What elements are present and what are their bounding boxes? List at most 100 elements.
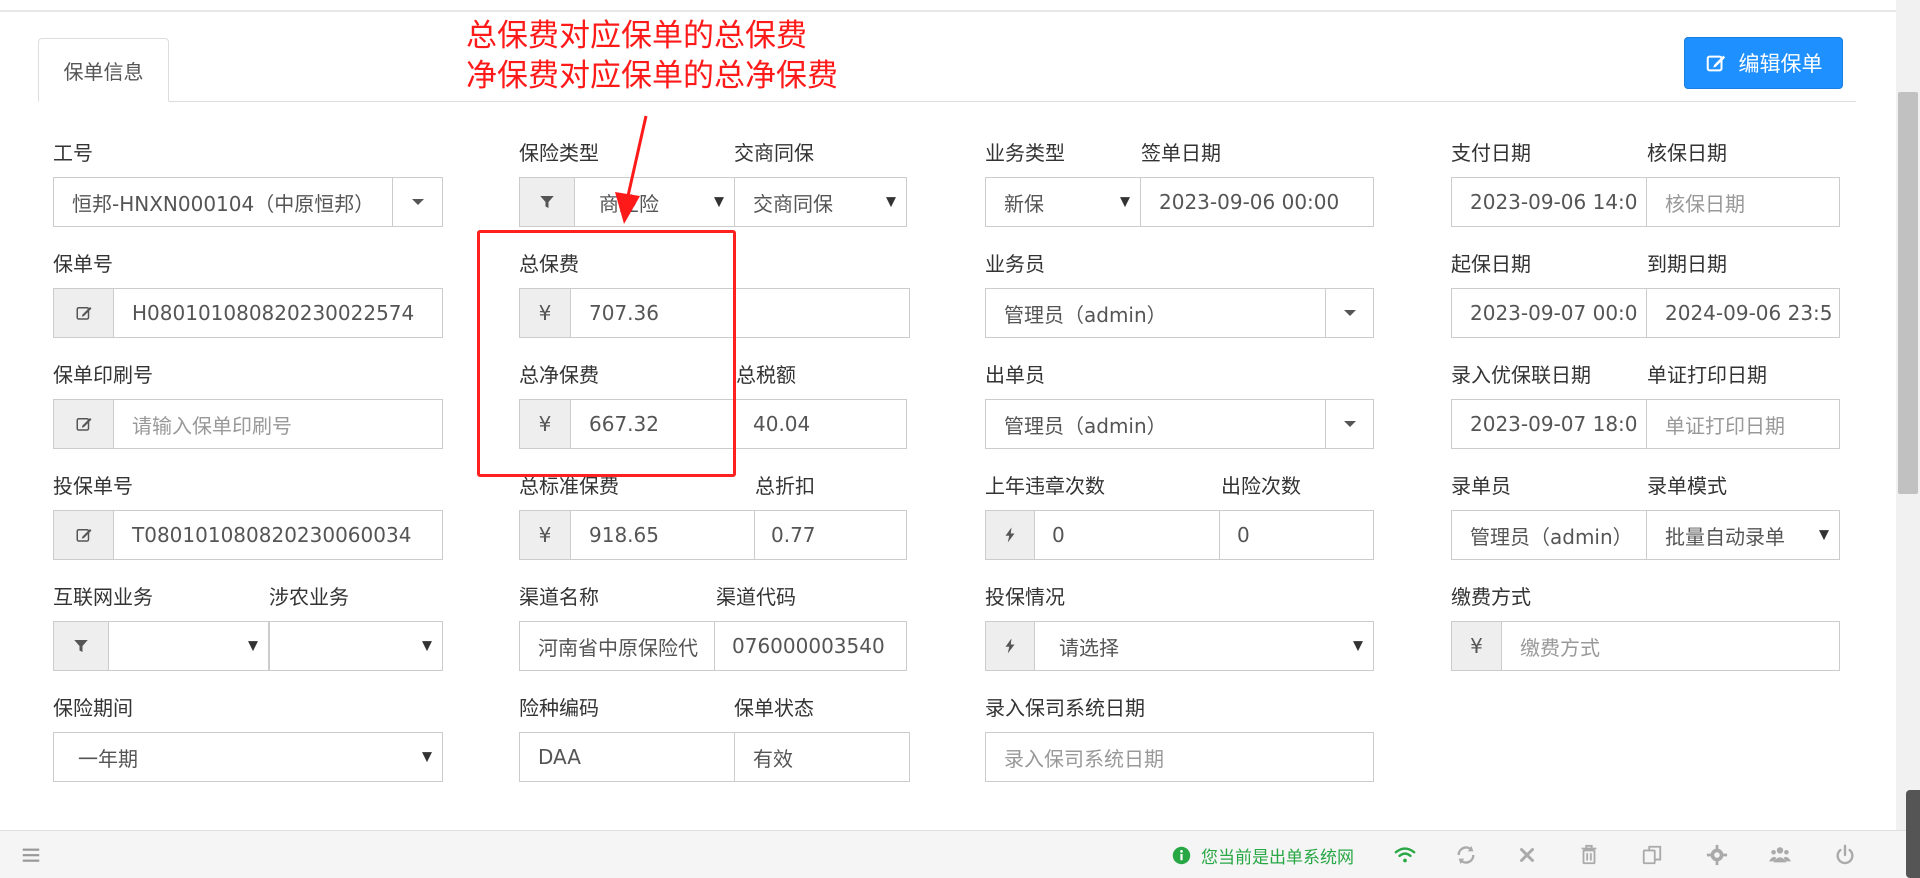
product-code-label: 险种编码 bbox=[519, 696, 599, 720]
enter-insurer-date-input[interactable]: 录入保司系统日期 bbox=[985, 732, 1374, 782]
channel-code-label: 渠道代码 bbox=[716, 585, 796, 609]
bolt-icon bbox=[1005, 638, 1015, 654]
standard-premium-currency: ¥ bbox=[519, 510, 571, 560]
edit-icon bbox=[76, 529, 91, 542]
annotation-line-1: 总保费对应保单的总保费 bbox=[466, 18, 807, 54]
status-indicator: 您当前是出单系统网 bbox=[1172, 831, 1354, 878]
channel-code-input[interactable]: 076000003540 bbox=[714, 621, 907, 671]
annotation-note: 总保费对应保单的总保费 净保费对应保单的总净保费 bbox=[466, 16, 838, 96]
start-date-input[interactable]: 2023-09-07 00:0 bbox=[1451, 288, 1647, 338]
proposal-no-label: 投保单号 bbox=[53, 474, 133, 498]
ubl-date-input[interactable]: 2023-09-07 18:0 bbox=[1451, 399, 1647, 449]
internet-business-select[interactable] bbox=[108, 621, 269, 671]
menu-icon[interactable] bbox=[20, 831, 42, 878]
policy-no-edit-addon bbox=[53, 288, 114, 338]
close-icon[interactable] bbox=[1516, 831, 1538, 878]
edit-icon bbox=[1706, 55, 1725, 72]
discount-input[interactable]: 0.77 bbox=[754, 510, 907, 560]
insurance-type-filter-addon bbox=[519, 177, 575, 227]
agri-business-select[interactable] bbox=[269, 621, 443, 671]
top-divider bbox=[0, 10, 1898, 12]
pay-date-label: 支付日期 bbox=[1451, 141, 1531, 165]
policy-status-input[interactable]: 有效 bbox=[734, 732, 910, 782]
agri-business-label: 涉农业务 bbox=[269, 585, 349, 609]
pay-method-input[interactable]: 缴费方式 bbox=[1501, 621, 1840, 671]
end-date-input[interactable]: 2024-09-06 23:5 bbox=[1646, 288, 1840, 338]
policy-status-label: 保单状态 bbox=[734, 696, 814, 720]
net-premium-label: 总净保费 bbox=[519, 363, 599, 387]
net-premium-currency: ¥ bbox=[519, 399, 571, 449]
trash-icon[interactable] bbox=[1578, 831, 1600, 878]
salesman-label: 业务员 bbox=[985, 252, 1045, 276]
employee-id-dropdown-toggle[interactable] bbox=[392, 177, 443, 227]
policy-no-input[interactable]: H080101080820230022574 bbox=[113, 288, 443, 338]
employee-id-select[interactable]: 恒邦-HNXN000104（中原恒邦） bbox=[53, 177, 393, 227]
entry-mode-label: 录单模式 bbox=[1647, 474, 1727, 498]
insurance-type-select[interactable]: 商业险 bbox=[574, 177, 735, 227]
issuer-select[interactable]: 管理员（admin） bbox=[985, 399, 1326, 449]
salesman-dropdown-toggle[interactable] bbox=[1325, 288, 1374, 338]
status-text: 您当前是出单系统网 bbox=[1201, 847, 1354, 868]
sign-date-input[interactable]: 2023-09-06 00:00 bbox=[1140, 177, 1374, 227]
channel-name-label: 渠道名称 bbox=[519, 585, 599, 609]
edit-icon bbox=[76, 418, 91, 431]
proposal-no-input[interactable]: T080101080820230060034 bbox=[113, 510, 443, 560]
violations-input[interactable]: 0 bbox=[1034, 510, 1220, 560]
employee-id-label: 工号 bbox=[53, 141, 93, 165]
policy-no-label: 保单号 bbox=[53, 252, 113, 276]
proposal-no-edit-addon bbox=[53, 510, 114, 560]
internet-business-label: 互联网业务 bbox=[53, 585, 153, 609]
total-premium-currency: ¥ bbox=[519, 288, 571, 338]
insure-status-bolt-addon bbox=[985, 621, 1035, 671]
total-tax-input[interactable]: 40.04 bbox=[735, 399, 907, 449]
pay-method-label: 缴费方式 bbox=[1451, 585, 1531, 609]
tab-policy-info[interactable]: 保单信息 bbox=[38, 38, 169, 102]
pay-method-currency: ¥ bbox=[1451, 621, 1502, 671]
total-premium-input[interactable]: 707.36 bbox=[570, 288, 910, 338]
insurance-period-select[interactable]: 一年期 bbox=[53, 732, 443, 782]
entry-clerk-input[interactable]: 管理员（admin） bbox=[1451, 510, 1647, 560]
print-no-input[interactable]: 请输入保单印刷号 bbox=[113, 399, 443, 449]
entry-mode-select[interactable]: 批量自动录单 bbox=[1646, 510, 1840, 560]
joint-insure-select[interactable]: 交商同保 bbox=[734, 177, 907, 227]
gear-icon[interactable] bbox=[1706, 831, 1728, 878]
policy-detail-page: 保单信息 编辑保单 总保费对应保单的总保费 净保费对应保单的总净保费 工号 恒邦… bbox=[0, 0, 1920, 878]
annotation-line-2: 净保费对应保单的总净保费 bbox=[466, 58, 838, 94]
scrollbar-thumb[interactable] bbox=[1898, 92, 1918, 494]
insure-status-label: 投保情况 bbox=[985, 585, 1065, 609]
wifi-icon[interactable] bbox=[1394, 831, 1416, 878]
side-widget-handle[interactable] bbox=[1906, 790, 1920, 878]
claims-input[interactable]: 0 bbox=[1219, 510, 1374, 560]
violations-bolt-addon bbox=[985, 510, 1035, 560]
print-date-label: 单证打印日期 bbox=[1647, 363, 1767, 387]
users-icon[interactable] bbox=[1769, 831, 1791, 878]
joint-insure-label: 交商同保 bbox=[734, 141, 814, 165]
issuer-dropdown-toggle[interactable] bbox=[1325, 399, 1374, 449]
power-icon[interactable] bbox=[1834, 831, 1856, 878]
print-no-edit-addon bbox=[53, 399, 114, 449]
business-type-select[interactable]: 新保 bbox=[985, 177, 1141, 227]
salesman-select[interactable]: 管理员（admin） bbox=[985, 288, 1326, 338]
claims-label: 出险次数 bbox=[1221, 474, 1301, 498]
standard-premium-label: 总标准保费 bbox=[519, 474, 619, 498]
insurance-type-label: 保险类型 bbox=[519, 141, 599, 165]
net-premium-input[interactable]: 667.32 bbox=[570, 399, 736, 449]
pay-date-input[interactable]: 2023-09-06 14:0 bbox=[1451, 177, 1647, 227]
violations-label: 上年违章次数 bbox=[985, 474, 1105, 498]
channel-name-input[interactable]: 河南省中原保险代 bbox=[519, 621, 715, 671]
total-tax-label: 总税额 bbox=[736, 363, 796, 387]
copy-icon[interactable] bbox=[1641, 831, 1663, 878]
refresh-icon[interactable] bbox=[1455, 831, 1477, 878]
standard-premium-input[interactable]: 918.65 bbox=[570, 510, 755, 560]
bolt-icon bbox=[1005, 527, 1015, 543]
issuer-label: 出单员 bbox=[985, 363, 1045, 387]
print-date-input[interactable]: 单证打印日期 bbox=[1646, 399, 1840, 449]
info-icon bbox=[1172, 846, 1191, 864]
edit-policy-button[interactable]: 编辑保单 bbox=[1684, 37, 1843, 89]
footer-bar: 您当前是出单系统网 bbox=[0, 830, 1920, 878]
insure-status-select[interactable]: 请选择 bbox=[1034, 621, 1374, 671]
underwrite-date-input[interactable]: 核保日期 bbox=[1646, 177, 1840, 227]
discount-label: 总折扣 bbox=[755, 474, 815, 498]
product-code-input[interactable]: DAA bbox=[519, 732, 735, 782]
filter-icon bbox=[74, 640, 88, 652]
